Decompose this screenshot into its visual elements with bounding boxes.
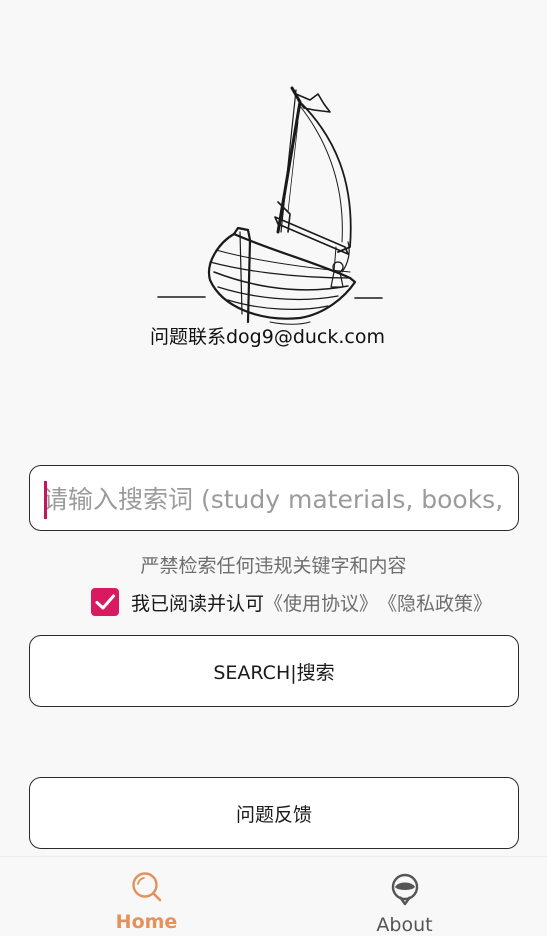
checkmark-icon [95, 594, 115, 610]
sailboat-logo [157, 86, 383, 325]
agreement-row: 我已阅读并认可 《使用协议》 《隐私政策》 [91, 587, 492, 617]
about-icon [391, 873, 418, 906]
search-button-label: SEARCH|搜索 [213, 661, 335, 684]
search-icon [131, 872, 161, 902]
feedback-button[interactable]: 问题反馈 [29, 777, 519, 849]
contact-text: 问题联系dog9@duck.com [0, 322, 547, 349]
search-input[interactable] [43, 479, 509, 519]
terms-link[interactable]: 《使用协议》 [264, 589, 378, 616]
nav-item-home[interactable]: Home [10, 857, 283, 934]
bottom-nav: Home About [0, 856, 547, 936]
nav-item-about[interactable]: About [268, 857, 541, 936]
agree-label: 我已阅读并认可 [131, 592, 265, 615]
nav-label-home: Home [115, 911, 178, 933]
warning-text: 严禁检索任何违规关键字和内容 [140, 555, 407, 577]
text-caret [44, 481, 47, 519]
agree-checkbox[interactable] [91, 588, 119, 616]
feedback-button-label: 问题反馈 [235, 803, 312, 826]
search-field[interactable] [29, 465, 519, 531]
search-button[interactable]: SEARCH|搜索 [29, 635, 519, 707]
contact-label: 问题联系dog9@duck.com [149, 326, 385, 348]
privacy-link[interactable]: 《隐私政策》 [378, 589, 492, 616]
